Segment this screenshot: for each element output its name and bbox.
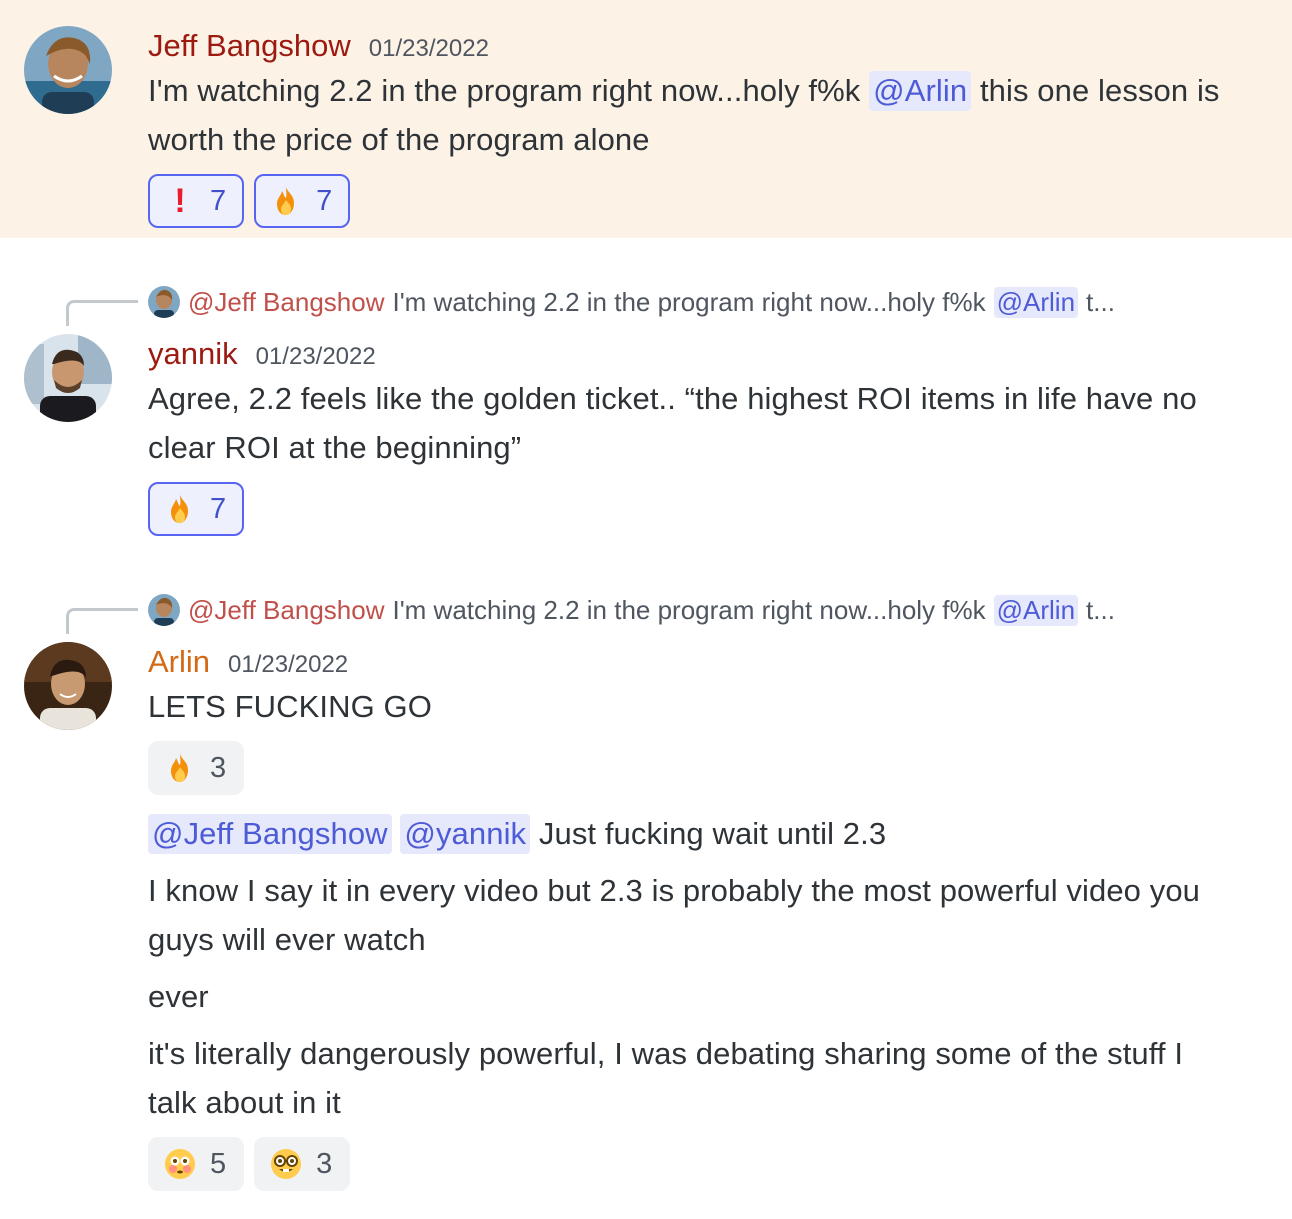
reply-text: I'm watching 2.2 in the program right no… bbox=[392, 286, 986, 317]
avatar-yannik-image bbox=[24, 334, 112, 422]
message-text: LETS FUCKING GO bbox=[148, 689, 432, 724]
reaction-count: 7 bbox=[316, 184, 333, 217]
avatar-yannik[interactable] bbox=[24, 334, 112, 422]
mini-avatar-jeff bbox=[148, 594, 180, 626]
reply-reference[interactable]: @Jeff Bangshow I'm watching 2.2 in the p… bbox=[148, 592, 1236, 628]
reaction-flushed-face[interactable]: 5 bbox=[148, 1137, 245, 1191]
reply-reference[interactable]: @Jeff Bangshow I'm watching 2.2 in the p… bbox=[148, 284, 1236, 320]
timestamp[interactable]: 01/23/2022 bbox=[228, 645, 348, 685]
message-text-part: Just fucking wait until 2.3 bbox=[538, 816, 887, 851]
exclamation-icon: ! bbox=[174, 182, 186, 220]
reactions-bar: 5 3 bbox=[148, 1137, 1222, 1191]
followup-message: ever bbox=[148, 979, 209, 1014]
nerd-face-icon bbox=[270, 1148, 302, 1180]
fire-icon bbox=[164, 493, 196, 525]
reactions-bar: 3 bbox=[148, 741, 1222, 795]
reaction-fire[interactable]: 7 bbox=[254, 174, 351, 228]
reaction-count: 3 bbox=[316, 1147, 333, 1180]
reaction-count: 7 bbox=[210, 184, 227, 217]
reply-spine bbox=[66, 608, 138, 634]
reactions-bar: 7 bbox=[148, 482, 1222, 536]
reactions-bar: ! 7 7 bbox=[148, 174, 1222, 228]
avatar-jeff[interactable] bbox=[24, 26, 112, 114]
message-jeff: Jeff Bangshow 01/23/2022 I'm watching 2.… bbox=[0, 0, 1292, 238]
fire-icon bbox=[270, 185, 302, 217]
reaction-fire[interactable]: 7 bbox=[148, 482, 245, 536]
mini-avatar-jeff bbox=[148, 286, 180, 318]
author-name[interactable]: Arlin bbox=[148, 642, 210, 682]
author-name[interactable]: Jeff Bangshow bbox=[148, 26, 351, 66]
reply-mention[interactable]: @Arlin bbox=[993, 286, 1079, 318]
mention-arlin[interactable]: @Arlin bbox=[869, 71, 972, 111]
message-feed: Jeff Bangshow 01/23/2022 I'm watching 2.… bbox=[0, 0, 1292, 1219]
message-text-part: I'm watching 2.2 in the program right no… bbox=[148, 73, 861, 108]
message-arlin: @Jeff Bangshow I'm watching 2.2 in the p… bbox=[0, 584, 1292, 1219]
author-name[interactable]: yannik bbox=[148, 334, 238, 374]
reaction-exclamation[interactable]: ! 7 bbox=[148, 174, 245, 228]
message-yannik: @Jeff Bangshow I'm watching 2.2 in the p… bbox=[0, 276, 1292, 556]
reply-author[interactable]: @Jeff Bangshow bbox=[188, 287, 384, 318]
mention-jeff[interactable]: @Jeff Bangshow bbox=[148, 814, 392, 854]
followup-message: it's literally dangerously powerful, I w… bbox=[148, 1036, 1184, 1120]
followup-message: @Jeff Bangshow @yannik Just fucking wait… bbox=[148, 809, 1222, 858]
reply-author[interactable]: @Jeff Bangshow bbox=[188, 595, 384, 626]
reply-spine bbox=[66, 300, 138, 326]
reaction-count: 5 bbox=[210, 1147, 227, 1180]
timestamp[interactable]: 01/23/2022 bbox=[369, 29, 489, 69]
reply-tail: t... bbox=[1086, 594, 1115, 625]
flushed-face-icon bbox=[164, 1148, 196, 1180]
reply-tail: t... bbox=[1086, 286, 1115, 317]
avatar-jeff-image bbox=[24, 26, 112, 114]
message-text: I'm watching 2.2 in the program right no… bbox=[148, 66, 1222, 164]
reaction-fire[interactable]: 3 bbox=[148, 741, 245, 795]
reply-text: I'm watching 2.2 in the program right no… bbox=[392, 594, 986, 625]
reply-mention[interactable]: @Arlin bbox=[993, 594, 1079, 626]
timestamp[interactable]: 01/23/2022 bbox=[256, 337, 376, 377]
reaction-nerd-face[interactable]: 3 bbox=[254, 1137, 351, 1191]
followup-message: I know I say it in every video but 2.3 i… bbox=[148, 873, 1201, 957]
reaction-count: 7 bbox=[210, 492, 227, 525]
reaction-count: 3 bbox=[210, 751, 227, 784]
fire-icon bbox=[164, 752, 196, 784]
mention-yannik[interactable]: @yannik bbox=[400, 814, 531, 854]
avatar-arlin-image bbox=[24, 642, 112, 730]
message-text: Agree, 2.2 feels like the golden ticket.… bbox=[148, 381, 1197, 465]
avatar-arlin[interactable] bbox=[24, 642, 112, 730]
